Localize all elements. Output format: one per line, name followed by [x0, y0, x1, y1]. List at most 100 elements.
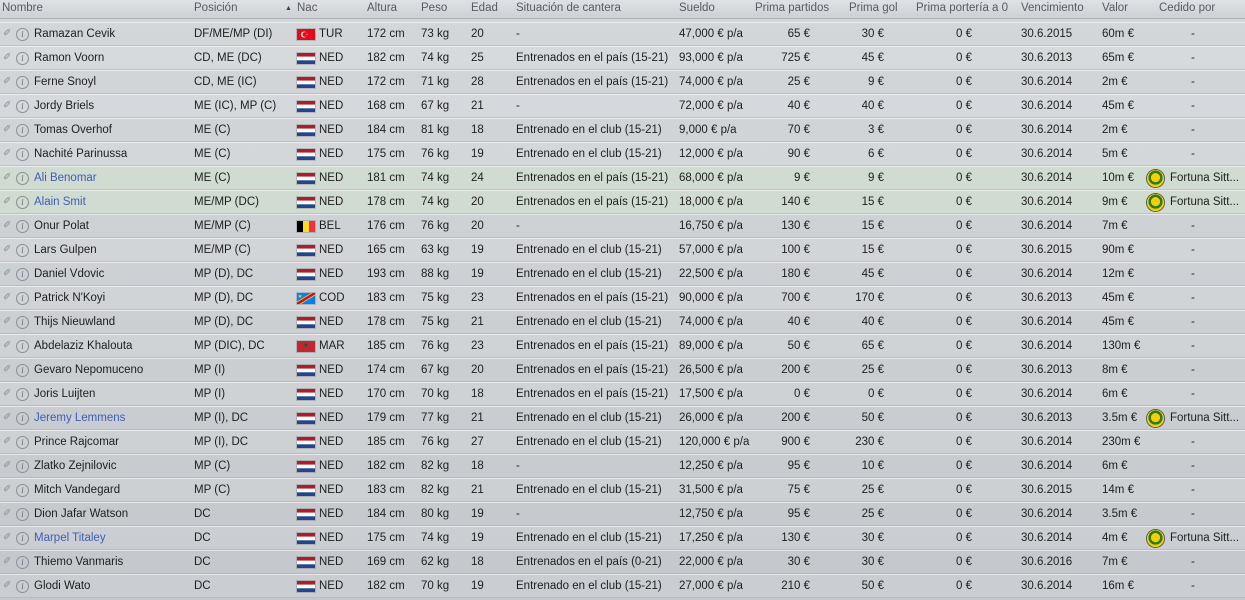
table-row[interactable]: ✐ i Marpel Titaley NED DC 175 cm 74 kg 19 Entren…: [0, 526, 1245, 550]
edit-icon[interactable]: ✐: [3, 412, 13, 424]
edit-icon[interactable]: ✐: [3, 76, 13, 88]
club-crest-icon[interactable]: [1147, 194, 1164, 211]
info-icon[interactable]: i: [16, 484, 29, 497]
info-icon[interactable]: i: [16, 220, 29, 233]
player-name[interactable]: Ramon Voorn: [34, 52, 104, 64]
col-header-vencimiento[interactable]: Vencimiento: [1021, 2, 1084, 14]
table-row[interactable]: ✐ i Thiemo Vanmaris NED DC 169 cm 62 kg 18 Entre…: [0, 550, 1245, 574]
info-icon[interactable]: i: [16, 436, 29, 449]
col-header-cedido[interactable]: Cedido por: [1159, 2, 1215, 14]
player-name[interactable]: Ali Benomar: [34, 172, 97, 184]
info-icon[interactable]: i: [16, 580, 29, 593]
info-icon[interactable]: i: [16, 148, 29, 161]
loaned-from-club[interactable]: Fortuna Sitt...: [1170, 196, 1239, 208]
table-row[interactable]: ✐ i Ferne Snoyl NED CD, ME (IC) 172 cm 71 kg 28…: [0, 70, 1245, 94]
info-icon[interactable]: i: [16, 124, 29, 137]
edit-icon[interactable]: ✐: [3, 436, 13, 448]
player-name[interactable]: Thiemo Vanmaris: [34, 556, 123, 568]
info-icon[interactable]: i: [16, 100, 29, 113]
player-name[interactable]: Mitch Vandegard: [34, 484, 120, 496]
table-row[interactable]: ✐ i Alain Smit NED ME/MP (DC) 178 cm 74 kg 20 En…: [0, 190, 1245, 214]
col-header-edad[interactable]: Edad: [471, 2, 498, 14]
loaned-from-club[interactable]: Fortuna Sitt...: [1170, 532, 1239, 544]
table-row[interactable]: ✐ i Ramazan Cevik TUR DF/ME/MP (DI) 172 cm 73 …: [0, 22, 1245, 46]
edit-icon[interactable]: ✐: [3, 28, 13, 40]
info-icon[interactable]: i: [16, 172, 29, 185]
table-row[interactable]: ✐ i Gevaro Nepomuceno NED MP (I) 174 cm 67 kg 2…: [0, 358, 1245, 382]
player-name[interactable]: Jeremy Lemmens: [34, 412, 125, 424]
info-icon[interactable]: i: [16, 316, 29, 329]
player-name[interactable]: Lars Gulpen: [34, 244, 97, 256]
player-name[interactable]: Onur Polat: [34, 220, 89, 232]
table-row[interactable]: ✐ i Thijs Nieuwland NED MP (D), DC 178 cm 75 k…: [0, 310, 1245, 334]
info-icon[interactable]: i: [16, 292, 29, 305]
col-header-peso[interactable]: Peso: [421, 2, 447, 14]
table-row[interactable]: ✐ i Joris Luijten NED MP (I) 170 cm 70 kg 18 Ent…: [0, 382, 1245, 406]
edit-icon[interactable]: ✐: [3, 268, 13, 280]
club-crest-icon[interactable]: [1147, 170, 1164, 187]
table-row[interactable]: ✐ i Patrick N'Koyi COD MP (D), DC 183 cm 75 kg…: [0, 286, 1245, 310]
player-name[interactable]: Joris Luijten: [34, 388, 95, 400]
player-name[interactable]: Nachité Parinussa: [34, 148, 127, 160]
info-icon[interactable]: i: [16, 244, 29, 257]
table-row[interactable]: ✐ i Prince Rajcomar NED MP (I), DC 185 cm 76 k…: [0, 430, 1245, 454]
table-row[interactable]: ✐ i Tomas Overhof NED ME (C) 184 cm 81 kg 18 Ent…: [0, 118, 1245, 142]
info-icon[interactable]: i: [16, 364, 29, 377]
player-name[interactable]: Tomas Overhof: [34, 124, 112, 136]
col-header-nombre[interactable]: Nombre: [2, 2, 43, 14]
player-name[interactable]: Glodi Wato: [34, 580, 90, 592]
edit-icon[interactable]: ✐: [3, 316, 13, 328]
table-row[interactable]: ✐ i Jordy Briels NED ME (IC), MP (C) 168 cm 67…: [0, 94, 1245, 118]
info-icon[interactable]: i: [16, 460, 29, 473]
col-header-altura[interactable]: Altura: [367, 2, 397, 14]
info-icon[interactable]: i: [16, 412, 29, 425]
player-name[interactable]: Abdelaziz Khalouta: [34, 340, 132, 352]
player-name[interactable]: Gevaro Nepomuceno: [34, 364, 143, 376]
player-name[interactable]: Ramazan Cevik: [34, 28, 115, 40]
edit-icon[interactable]: ✐: [3, 124, 13, 136]
edit-icon[interactable]: ✐: [3, 340, 13, 352]
info-icon[interactable]: i: [16, 532, 29, 545]
col-header-prima-porteria[interactable]: Prima portería a 0: [916, 2, 1008, 14]
player-name[interactable]: Zlatko Zejnilovic: [34, 460, 116, 472]
table-row[interactable]: ✐ i Glodi Wato NED DC 182 cm 70 kg 19 Entrenado …: [0, 574, 1245, 598]
info-icon[interactable]: i: [16, 196, 29, 209]
table-row[interactable]: ✐ i Ramon Voorn NED CD, ME (DC) 182 cm 74 kg 25…: [0, 46, 1245, 70]
player-name[interactable]: Patrick N'Koyi: [34, 292, 105, 304]
player-name[interactable]: Alain Smit: [34, 196, 86, 208]
info-icon[interactable]: i: [16, 388, 29, 401]
table-row[interactable]: ✐ i Mitch Vandegard NED MP (C) 183 cm 82 kg 21 E…: [0, 478, 1245, 502]
edit-icon[interactable]: ✐: [3, 292, 13, 304]
col-header-valor[interactable]: Valor: [1102, 2, 1128, 14]
club-crest-icon[interactable]: [1147, 530, 1164, 547]
info-icon[interactable]: i: [16, 556, 29, 569]
table-row[interactable]: ✐ i Ali Benomar NED ME (C) 181 cm 74 kg 24 Entre…: [0, 166, 1245, 190]
table-row[interactable]: ✐ i Abdelaziz Khalouta MAR MP (DIC), DC 185 c…: [0, 334, 1245, 358]
info-icon[interactable]: i: [16, 508, 29, 521]
table-row[interactable]: ✐ i Jeremy Lemmens NED MP (I), DC 179 cm 77 kg…: [0, 406, 1245, 430]
table-row[interactable]: ✐ i Dion Jafar Watson NED DC 184 cm 80 kg 19 - 12…: [0, 502, 1245, 526]
player-name[interactable]: Ferne Snoyl: [34, 76, 96, 88]
info-icon[interactable]: i: [16, 340, 29, 353]
edit-icon[interactable]: ✐: [3, 508, 13, 520]
col-header-prima-partidos[interactable]: Prima partidos: [755, 2, 829, 14]
player-name[interactable]: Jordy Briels: [34, 100, 94, 112]
edit-icon[interactable]: ✐: [3, 364, 13, 376]
club-crest-icon[interactable]: [1147, 410, 1164, 427]
table-row[interactable]: ✐ i Lars Gulpen NED ME/MP (C) 165 cm 63 kg 19 En…: [0, 238, 1245, 262]
table-row[interactable]: ✐ i Nachité Parinussa NED ME (C) 175 cm 76 kg 1…: [0, 142, 1245, 166]
edit-icon[interactable]: ✐: [3, 196, 13, 208]
player-name[interactable]: Thijs Nieuwland: [34, 316, 115, 328]
edit-icon[interactable]: ✐: [3, 148, 13, 160]
player-name[interactable]: Daniel Vdovic: [34, 268, 104, 280]
edit-icon[interactable]: ✐: [3, 244, 13, 256]
edit-icon[interactable]: ✐: [3, 460, 13, 472]
col-header-prima-gol[interactable]: Prima gol: [849, 2, 898, 14]
edit-icon[interactable]: ✐: [3, 532, 13, 544]
col-header-posicion[interactable]: Posición: [194, 2, 237, 14]
edit-icon[interactable]: ✐: [3, 100, 13, 112]
col-header-sueldo[interactable]: Sueldo: [679, 2, 715, 14]
player-name[interactable]: Prince Rajcomar: [34, 436, 119, 448]
info-icon[interactable]: i: [16, 28, 29, 41]
edit-icon[interactable]: ✐: [3, 172, 13, 184]
